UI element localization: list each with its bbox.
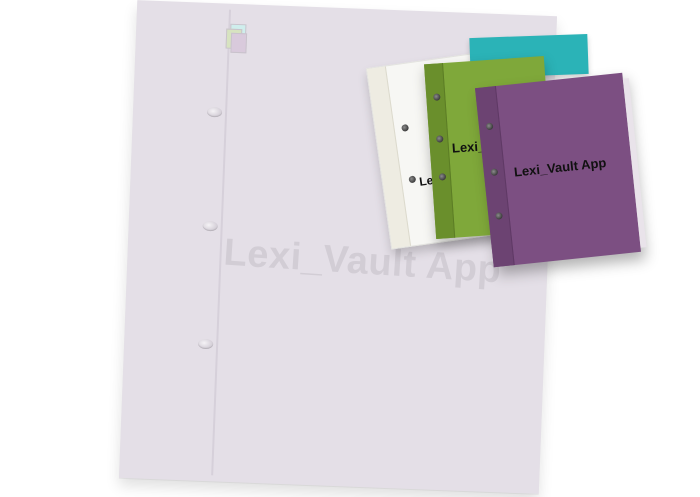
binder-hole <box>206 106 223 118</box>
notebook-mockup-scene: Lexi_Vault App Lexi_Vault App Lexi_Vault… <box>0 0 700 497</box>
purple-notebook-label: Lexi_Vault App <box>513 154 607 180</box>
page-watermark: Lexi_Vault App <box>222 231 503 292</box>
binder-hole <box>197 338 214 350</box>
binder-hole <box>202 220 218 232</box>
rivet-icon <box>408 175 417 184</box>
purple-notebook-pages <box>622 78 647 248</box>
purple-notebook: Lexi_Vault App <box>474 72 647 268</box>
mini-stack-thumbnail <box>223 23 248 54</box>
rivet-icon <box>401 123 410 132</box>
